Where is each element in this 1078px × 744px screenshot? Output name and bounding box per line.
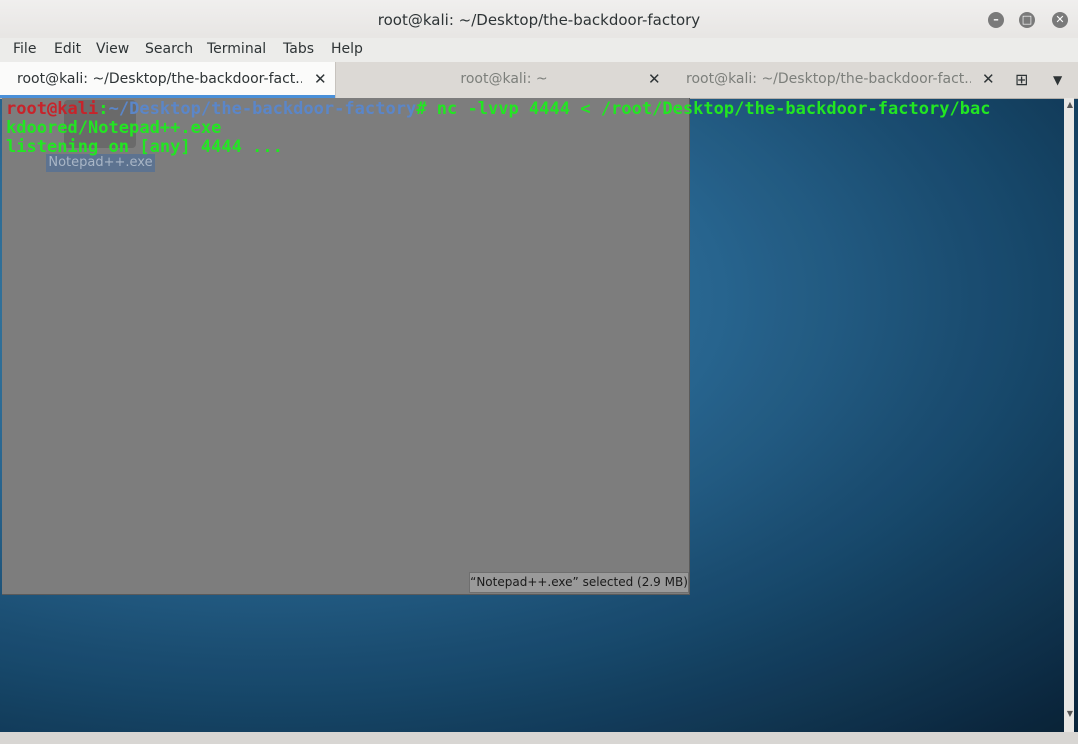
command-line-1: nc -lvvp 4444 < /root/Desktop/the-backdo… bbox=[426, 99, 991, 119]
menu-tabs[interactable]: Tabs bbox=[283, 41, 314, 57]
prompt-hash: # bbox=[416, 99, 427, 119]
tab-bar: root@kali: ~/Desktop/the-backdoor-fact..… bbox=[0, 62, 1078, 99]
menu-search[interactable]: Search bbox=[145, 41, 193, 57]
tab-root-home[interactable]: root@kali: ~ ✕ bbox=[336, 62, 672, 98]
tab-label: root@kali: ~/Desktop/the-backdoor-fact..… bbox=[17, 71, 302, 87]
close-icon[interactable]: ✕ bbox=[314, 70, 327, 88]
terminal-window: root@kali: ~/Desktop/the-backdoor-factor… bbox=[0, 0, 1078, 732]
prompt-user: root@kali bbox=[6, 99, 99, 119]
window-titlebar[interactable]: root@kali: ~/Desktop/the-backdoor-factor… bbox=[0, 0, 1078, 41]
maximize-icon[interactable]: □ bbox=[1019, 12, 1035, 28]
scrollbar[interactable] bbox=[1064, 98, 1074, 732]
menu-file[interactable]: File bbox=[13, 41, 36, 57]
file-manager-overlay: Notepad++.exe “Notepad++.exe” selected (… bbox=[2, 98, 690, 595]
minimize-icon[interactable]: – bbox=[988, 12, 1004, 28]
terminal-output: root@kali:~/Desktop/the-backdoor-factory… bbox=[6, 100, 1062, 157]
close-icon[interactable]: ✕ bbox=[1052, 12, 1068, 28]
new-tab-icon[interactable]: ⊞ bbox=[1015, 70, 1028, 89]
window-title: root@kali: ~/Desktop/the-backdoor-factor… bbox=[377, 11, 701, 29]
scroll-down-icon[interactable]: ▼ bbox=[1067, 709, 1073, 718]
file-manager-status: “Notepad++.exe” selected (2.9 MB) bbox=[469, 572, 689, 593]
close-icon[interactable]: ✕ bbox=[982, 70, 995, 88]
menu-edit[interactable]: Edit bbox=[54, 41, 81, 57]
tab-label: root@kali: ~/Desktop/the-backdoor-fact..… bbox=[686, 71, 971, 87]
tab-backdoor-factory-active[interactable]: root@kali: ~/Desktop/the-backdoor-fact..… bbox=[0, 62, 336, 98]
menu-terminal[interactable]: Terminal bbox=[207, 41, 266, 57]
command-line-2: kdoored/Notepad++.exe bbox=[6, 118, 222, 138]
tab-label: root@kali: ~ bbox=[460, 71, 548, 87]
tab-backdoor-factory-2[interactable]: root@kali: ~/Desktop/the-backdoor-fact..… bbox=[672, 62, 1008, 98]
menu-help[interactable]: Help bbox=[331, 41, 363, 57]
bottom-panel-strip bbox=[0, 732, 1078, 744]
output-line: listening on [any] 4444 ... bbox=[6, 137, 283, 157]
menu-view[interactable]: View bbox=[96, 41, 129, 57]
chevron-down-icon[interactable]: ▼ bbox=[1053, 73, 1062, 87]
prompt-path: ~/Desktop/the-backdoor-factory bbox=[108, 99, 417, 119]
close-icon[interactable]: ✕ bbox=[648, 70, 661, 88]
prompt-separator: : bbox=[98, 99, 109, 119]
scroll-up-icon[interactable]: ▲ bbox=[1067, 100, 1073, 109]
menubar: File Edit View Search Terminal Tabs Help bbox=[0, 38, 1078, 63]
